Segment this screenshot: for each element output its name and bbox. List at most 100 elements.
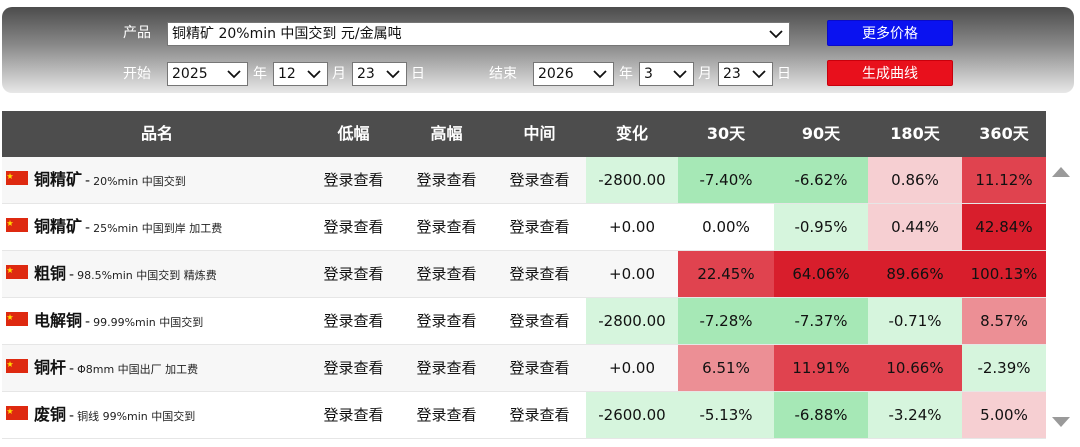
product-spec: 25%min 中国到岸 加工费 (93, 222, 223, 235)
high-cell[interactable]: 登录查看 (400, 204, 493, 250)
end-year-value: 2026 (538, 66, 574, 82)
pct-90d-cell: -0.95% (774, 204, 868, 250)
header-low: 低幅 (337, 124, 370, 143)
low-cell[interactable]: 登录查看 (307, 298, 400, 344)
pct-180d-cell: 0.86% (868, 157, 962, 203)
mid-cell[interactable]: 登录查看 (493, 345, 586, 391)
pct-90d-cell: -7.37% (774, 298, 868, 344)
end-label: 结束 (489, 66, 517, 82)
pct-90d-cell: -6.88% (774, 392, 868, 438)
mid-cell[interactable]: 登录查看 (493, 298, 586, 344)
end-day-value: 23 (723, 66, 741, 82)
table-row[interactable]: 粗铜 -98.5%min 中国交到 精炼费 登录查看 登录查看 登录查看 +0.0… (2, 251, 1046, 298)
end-month-select[interactable]: 3 (639, 62, 694, 86)
header-360d: 360天 (979, 124, 1029, 143)
pct-360d-cell: -2.39% (962, 345, 1046, 391)
product-spec: 99.99%min 中国交到 (93, 316, 204, 329)
pct-360d-cell: 100.13% (962, 251, 1046, 297)
year-unit: 年 (619, 66, 633, 82)
mid-cell[interactable]: 登录查看 (493, 157, 586, 203)
pct-90d-cell: 11.91% (774, 345, 868, 391)
more-prices-button[interactable]: 更多价格 (827, 20, 953, 46)
low-cell[interactable]: 登录查看 (307, 392, 400, 438)
generate-curve-button[interactable]: 生成曲线 (827, 60, 953, 86)
header-180d: 180天 (890, 124, 940, 143)
end-day-select[interactable]: 23 (718, 62, 773, 86)
product-name: 粗铜 (34, 264, 67, 283)
change-cell: +0.00 (609, 218, 655, 236)
product-select-value: 铜精矿 20%min 中国交到 元/金属吨 (172, 26, 402, 42)
chevron-down-icon (307, 70, 321, 79)
product-name-cell: 铜杆 - Φ8mm 中国出厂 加工费 (6, 345, 198, 391)
china-flag-icon (6, 170, 28, 185)
pct-30d-cell: 0.00% (702, 218, 750, 236)
product-name-cell: 废铜 - 铜线 99%min 中国交到 (6, 392, 195, 438)
low-cell[interactable]: 登录查看 (307, 345, 400, 391)
high-cell[interactable]: 登录查看 (400, 345, 493, 391)
table-header: 品名 低幅 高幅 中间 变化 30天 90天 180天 360天 (2, 111, 1046, 157)
table-row[interactable]: 铜精矿 -25%min 中国到岸 加工费 登录查看 登录查看 登录查看 +0.00… (2, 204, 1046, 251)
mid-cell[interactable]: 登录查看 (493, 251, 586, 297)
end-month-value: 3 (644, 66, 653, 82)
scroll-up-arrow-icon[interactable] (1050, 165, 1072, 179)
table-row[interactable]: 铜精矿 -20%min 中国交到 登录查看 登录查看 登录查看 -2800.00 … (2, 157, 1046, 204)
pct-360d-cell: 11.12% (962, 157, 1046, 203)
table-row[interactable]: 电解铜 -99.99%min 中国交到 登录查看 登录查看 登录查看 -2800.… (2, 298, 1046, 345)
china-flag-icon (6, 405, 28, 420)
chevron-down-icon (752, 70, 766, 79)
day-unit: 日 (411, 66, 425, 82)
pct-360d-cell: 8.57% (962, 298, 1046, 344)
low-cell[interactable]: 登录查看 (307, 157, 400, 203)
product-name-cell: 铜精矿 -20%min 中国交到 (6, 157, 186, 203)
change-cell: +0.00 (609, 359, 655, 377)
product-select[interactable]: 铜精矿 20%min 中国交到 元/金属吨 (167, 22, 790, 46)
high-cell[interactable]: 登录查看 (400, 298, 493, 344)
start-label: 开始 (123, 66, 151, 82)
low-cell[interactable]: 登录查看 (307, 204, 400, 250)
change-cell: -2800.00 (586, 298, 678, 344)
header-name: 品名 (140, 124, 173, 143)
table-row[interactable]: 铜杆 - Φ8mm 中国出厂 加工费 登录查看 登录查看 登录查看 +0.00 6.… (2, 345, 1046, 392)
filter-panel: 产品 铜精矿 20%min 中国交到 元/金属吨 更多价格 开始 2025 年 … (2, 7, 1074, 93)
change-cell: -2800.00 (586, 157, 678, 203)
month-unit: 月 (698, 66, 712, 82)
table-row[interactable]: 废铜 - 铜线 99%min 中国交到 登录查看 登录查看 登录查看 -2600.0… (2, 392, 1046, 439)
pct-180d-cell: -3.24% (868, 392, 962, 438)
pct-90d-cell: -6.62% (774, 157, 868, 203)
start-year-select[interactable]: 2025 (167, 62, 248, 86)
pct-30d-cell: 22.45% (678, 251, 774, 297)
change-cell: +0.00 (609, 265, 655, 283)
start-year-value: 2025 (172, 66, 208, 82)
china-flag-icon (6, 311, 28, 326)
start-month-select[interactable]: 12 (273, 62, 328, 86)
product-name-cell: 铜精矿 -25%min 中国到岸 加工费 (6, 204, 222, 250)
header-30d: 30天 (706, 124, 746, 143)
pct-180d-cell: 10.66% (868, 345, 962, 391)
product-spec: 20%min 中国交到 (93, 175, 186, 188)
start-day-select[interactable]: 23 (352, 62, 407, 86)
product-spec: 铜线 99%min 中国交到 (77, 410, 196, 423)
china-flag-icon (6, 264, 28, 279)
high-cell[interactable]: 登录查看 (400, 392, 493, 438)
scroll-down-arrow-icon[interactable] (1050, 415, 1072, 429)
high-cell[interactable]: 登录查看 (400, 157, 493, 203)
product-spec: Φ8mm 中国出厂 加工费 (77, 363, 199, 376)
china-flag-icon (6, 358, 28, 373)
product-name: 铜杆 (34, 358, 67, 377)
price-table: 品名 低幅 高幅 中间 变化 30天 90天 180天 360天 铜精矿 -20%… (2, 111, 1046, 439)
day-unit: 日 (777, 66, 791, 82)
product-name: 铜精矿 (34, 217, 83, 236)
chevron-down-icon (227, 70, 241, 79)
low-cell[interactable]: 登录查看 (307, 251, 400, 297)
header-90d: 90天 (801, 124, 841, 143)
pct-180d-cell: 0.44% (868, 204, 962, 250)
product-name: 电解铜 (34, 311, 83, 330)
high-cell[interactable]: 登录查看 (400, 251, 493, 297)
mid-cell[interactable]: 登录查看 (493, 392, 586, 438)
pct-30d-cell: -7.40% (678, 157, 774, 203)
end-year-select[interactable]: 2026 (533, 62, 614, 86)
pct-180d-cell: 89.66% (868, 251, 962, 297)
pct-180d-cell: -0.71% (868, 298, 962, 344)
product-name-cell: 电解铜 -99.99%min 中国交到 (6, 298, 203, 344)
mid-cell[interactable]: 登录查看 (493, 204, 586, 250)
